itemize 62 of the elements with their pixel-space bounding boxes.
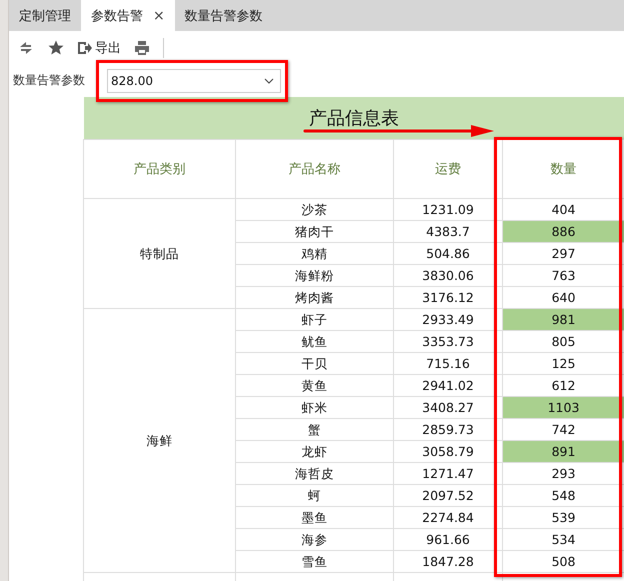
table-cell: 886 xyxy=(502,220,624,242)
table-cell: 海哲皮 xyxy=(236,462,394,484)
table-cell: 539 xyxy=(502,506,624,528)
table-cell: 特制品 xyxy=(84,198,236,308)
table-cell: 2274.84 xyxy=(394,506,502,528)
close-icon[interactable]: × xyxy=(153,8,165,24)
table-cell: 534 xyxy=(502,528,624,550)
table-cell: 742 xyxy=(502,418,624,440)
table-cell: 海参 xyxy=(236,528,394,550)
export-button[interactable]: 导出 xyxy=(77,38,121,56)
table-cell: 125 xyxy=(502,352,624,374)
table-cell: 3408.27 xyxy=(394,396,502,418)
table-cell: 612 xyxy=(502,374,624,396)
table-cell: 虾米 xyxy=(236,396,394,418)
table-cell: 1231.09 xyxy=(394,198,502,220)
table-cell: 805 xyxy=(502,330,624,352)
table-cell: 891 xyxy=(502,440,624,462)
table-title: 产品信息表 xyxy=(84,97,624,140)
table-cell: 烤肉酱 xyxy=(236,286,394,308)
table-cell: 雪鱼 xyxy=(236,550,394,572)
parameter-dropdown[interactable]: 828.00 xyxy=(107,68,281,92)
table-cell: 墨鱼 xyxy=(236,506,394,528)
table-cell: 蟹 xyxy=(236,418,394,440)
tab[interactable]: 定制管理 xyxy=(9,0,81,31)
table-cell: 3058.79 xyxy=(394,440,502,462)
table-cell: 404 xyxy=(502,198,624,220)
tab[interactable]: 参数告警 × xyxy=(81,0,175,31)
table-cell: 猪肉干 xyxy=(236,220,394,242)
table-cell: 297 xyxy=(502,242,624,264)
column-header: 产品类别 xyxy=(84,140,236,198)
table-cell: 2933.49 xyxy=(394,308,502,330)
table-cell: 虾子 xyxy=(236,308,394,330)
table-cell: 961.66 xyxy=(394,528,502,550)
table-cell: 3353.73 xyxy=(394,330,502,352)
table-cell: 293 xyxy=(502,462,624,484)
table-cell: 2859.73 xyxy=(394,418,502,440)
tab[interactable]: 数量告警参数 xyxy=(174,0,273,31)
table-cell: 海鲜粉 xyxy=(236,264,394,286)
table-cell: 640 xyxy=(502,286,624,308)
table-cell: 1103 xyxy=(502,396,624,418)
table-cell: 3830.06 xyxy=(394,264,502,286)
table-cell: 海鲜 xyxy=(84,308,236,572)
table-cell: 鱿鱼 xyxy=(236,330,394,352)
table-cell: 鸡精 xyxy=(236,242,394,264)
table-cell: 2941.02 xyxy=(394,374,502,396)
table-cell: 干贝 xyxy=(236,352,394,374)
table-cell: 508 xyxy=(502,550,624,572)
table-cell: 1271.47 xyxy=(394,462,502,484)
table-cell: 981 xyxy=(502,308,624,330)
table-cell: 4383.7 xyxy=(394,220,502,242)
table-cell: 蚵 xyxy=(236,484,394,506)
table-cell: 1847.28 xyxy=(394,550,502,572)
table-cell: 龙虾 xyxy=(236,440,394,462)
table-cell: 715.16 xyxy=(394,352,502,374)
table-cell: 3176.12 xyxy=(394,286,502,308)
table-cell: 沙茶 xyxy=(236,198,394,220)
table-cell: 504.86 xyxy=(394,242,502,264)
parameter-label: 数量告警参数 xyxy=(13,72,85,89)
table-cell: 763 xyxy=(502,264,624,286)
table-cell: 548 xyxy=(502,484,624,506)
table-cell: 2097.52 xyxy=(394,484,502,506)
table-cell: 黄鱼 xyxy=(236,374,394,396)
